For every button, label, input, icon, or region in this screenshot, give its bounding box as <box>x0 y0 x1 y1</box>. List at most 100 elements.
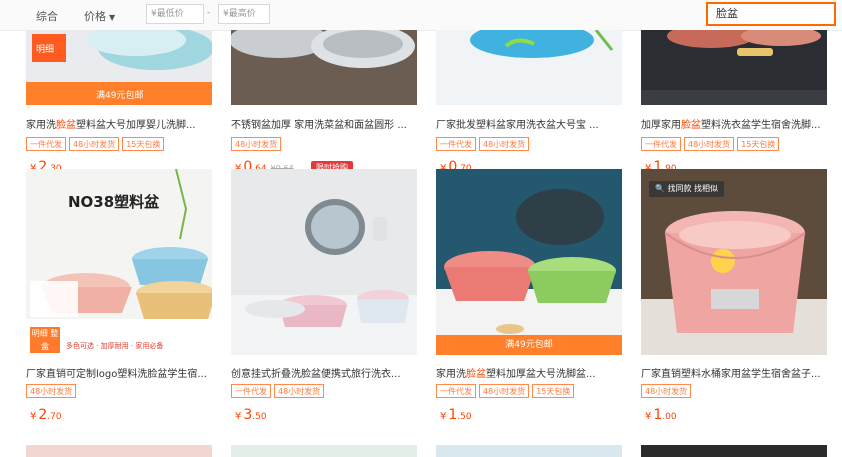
product-image[interactable] <box>26 445 212 457</box>
product-image[interactable] <box>231 30 417 105</box>
price-decimal: .00 <box>662 412 677 422</box>
service-tags: 48小时发货 <box>26 384 77 400</box>
title-keyword: 脸盆 <box>681 120 701 131</box>
product-price: ¥1.00 <box>645 407 677 423</box>
product-image[interactable] <box>641 30 827 105</box>
title-text: 厂家直销可定制logo塑料洗脸盆学生宿... <box>26 369 207 380</box>
price-integer: 2 <box>38 407 48 423</box>
product-title[interactable]: 厂家直销可定制logo塑料洗脸盆学生宿... <box>26 365 212 380</box>
product-card[interactable]: NO38塑料盆 明细 整盒 多色可选 · 加厚耐用 · 家用必备 厂家直销可定制… <box>26 169 212 434</box>
product-card[interactable]: 🔍 找同款 找相似 厂家直销塑料水桶家用盆学生宿舍盆子... 48小时发货 ¥1… <box>641 169 827 434</box>
product-image[interactable]: 满49元包邮 <box>436 169 622 355</box>
product-card[interactable]: 明细 满49元包邮 家用洗脸盆塑料盆大号加厚婴儿洗脚... 一件代发 48小时发… <box>26 30 212 180</box>
service-tag: 15天包换 <box>122 137 165 151</box>
price-decimal: .70 <box>47 412 62 422</box>
service-tag: 48小时发货 <box>684 137 735 151</box>
service-tag: 一件代发 <box>26 137 66 151</box>
find-similar-overlay[interactable]: 🔍 找同款 找相似 <box>649 181 725 197</box>
product-image[interactable]: 🔍 找同款 找相似 <box>641 169 827 355</box>
product-image[interactable] <box>231 445 417 457</box>
service-tags: 48小时发货 <box>231 137 282 153</box>
currency-symbol: ¥ <box>645 411 652 422</box>
product-card[interactable] <box>26 445 212 457</box>
search-input[interactable]: 脸盆 <box>706 2 836 26</box>
product-title[interactable]: 家用洗脸盆塑料加厚盆大号洗脚盆... <box>436 365 622 380</box>
product-banner-text: 多色可选 · 加厚耐用 · 家用必备 <box>66 342 164 350</box>
service-tag: 48小时发货 <box>479 137 530 151</box>
price-decimal: .50 <box>252 412 267 422</box>
product-card[interactable]: 厂家批发塑料盆家用洗衣盆大号宝 ... 一件代发 48小时发货 ¥0.70 <box>436 30 622 180</box>
service-tags: 48小时发货 <box>641 384 692 400</box>
product-image[interactable]: NO38塑料盆 明细 整盒 多色可选 · 加厚耐用 · 家用必备 <box>26 169 212 355</box>
price-decimal: .50 <box>457 412 472 422</box>
sort-price-button[interactable]: 价格 ▼ <box>84 8 115 24</box>
currency-symbol: ¥ <box>235 411 242 422</box>
price-integer: 1 <box>448 407 458 423</box>
title-keyword: 脸盆 <box>56 120 76 131</box>
product-title[interactable]: 创意挂式折叠洗脸盆便携式旅行洗衣... <box>231 365 417 380</box>
title-text: 塑料加厚盆大号洗脚盆... <box>486 369 596 380</box>
currency-symbol: ¥ <box>30 411 37 422</box>
price-min-input[interactable]: ¥最低价 <box>146 4 204 24</box>
title-text: 厂家批发塑料盆家用洗衣盆大号宝 ... <box>436 120 599 131</box>
service-tag: 48小时发货 <box>26 384 77 398</box>
service-tag: 48小时发货 <box>479 384 530 398</box>
title-text: 加厚家用 <box>641 120 681 131</box>
product-card[interactable]: 满49元包邮 家用洗脸盆塑料加厚盆大号洗脚盆... 一件代发 48小时发货 15… <box>436 169 622 434</box>
product-price: ¥2.70 <box>30 407 62 423</box>
service-tag: 48小时发货 <box>274 384 325 398</box>
service-tag: 48小时发货 <box>641 384 692 398</box>
title-text: 厂家直销塑料水桶家用盆学生宿舍盆子... <box>641 369 821 380</box>
title-text: 家用洗 <box>436 369 466 380</box>
product-image[interactable] <box>436 30 622 105</box>
service-tags: 一件代发 48小时发货 <box>436 137 530 153</box>
product-card[interactable]: 不锈钢盆加厚 家用洗菜盆和面盆圆形 ... 48小时发货 ¥0.64¥0.64 … <box>231 30 417 180</box>
price-range-separator: - <box>207 8 211 18</box>
service-tag: 15天包换 <box>532 384 575 398</box>
service-tag: 48小时发货 <box>231 137 282 151</box>
product-image[interactable] <box>436 445 622 457</box>
service-tag: 15天包换 <box>737 137 780 151</box>
product-card[interactable] <box>436 445 622 457</box>
product-title[interactable]: 加厚家用脸盆塑料洗衣盆学生宿舍洗脚... <box>641 116 827 131</box>
service-tags: 一件代发 48小时发货 15天包换 <box>436 384 575 400</box>
search-icon: 🔍 <box>655 184 668 193</box>
title-keyword: 脸盆 <box>466 369 486 380</box>
product-title[interactable]: 厂家批发塑料盆家用洗衣盆大号宝 ... <box>436 116 622 131</box>
product-image[interactable] <box>641 445 827 457</box>
title-text: 塑料洗衣盆学生宿舍洗脚... <box>701 120 821 131</box>
product-title[interactable]: 家用洗脸盆塑料盆大号加厚婴儿洗脚... <box>26 116 212 131</box>
service-tags: 一件代发 48小时发货 <box>231 384 325 400</box>
chevron-down-icon: ▼ <box>109 13 116 22</box>
title-text: 不锈钢盆加厚 家用洗菜盆和面盆圆形 ... <box>231 120 407 131</box>
product-image[interactable] <box>231 169 417 355</box>
product-image[interactable]: 明细 满49元包邮 <box>26 30 212 105</box>
title-text: 创意挂式折叠洗脸盆便携式旅行洗衣... <box>231 369 401 380</box>
find-similar-label: 找同款 找相似 <box>667 184 719 193</box>
service-tags: 一件代发 48小时发货 15天包换 <box>26 137 165 153</box>
service-tag: 48小时发货 <box>69 137 120 151</box>
title-text: 家用洗 <box>26 120 56 131</box>
price-max-input[interactable]: ¥最高价 <box>218 4 270 24</box>
free-shipping-label: 满49元包邮 <box>96 91 144 101</box>
service-tag: 一件代发 <box>436 137 476 151</box>
price-integer: 1 <box>653 407 663 423</box>
service-tag: 一件代发 <box>231 384 271 398</box>
product-corner-badge: 明细 整盒 <box>30 327 60 353</box>
service-tags: 一件代发 48小时发货 15天包换 <box>641 137 780 153</box>
currency-symbol: ¥ <box>440 411 447 422</box>
price-integer: 3 <box>243 407 253 423</box>
service-tag: 一件代发 <box>641 137 681 151</box>
product-card[interactable]: 创意挂式折叠洗脸盆便携式旅行洗衣... 一件代发 48小时发货 ¥3.50 <box>231 169 417 434</box>
product-card[interactable]: 加厚家用脸盆塑料洗衣盆学生宿舍洗脚... 一件代发 48小时发货 15天包换 ¥… <box>641 30 827 180</box>
product-image-text: NO38塑料盆 <box>68 193 160 211</box>
service-tag: 一件代发 <box>436 384 476 398</box>
filter-bar: 综合 价格 ▼ ¥最低价 - ¥最高价 脸盆 <box>0 0 842 31</box>
sort-default-button[interactable]: 综合 <box>36 8 58 24</box>
product-title[interactable]: 不锈钢盆加厚 家用洗菜盆和面盆圆形 ... <box>231 116 417 131</box>
product-corner-badge: 明细 <box>36 45 55 55</box>
product-card[interactable] <box>231 445 417 457</box>
product-title[interactable]: 厂家直销塑料水桶家用盆学生宿舍盆子... <box>641 365 827 380</box>
free-shipping-banner: 满49元包邮 <box>436 335 622 355</box>
product-card[interactable] <box>641 445 827 457</box>
